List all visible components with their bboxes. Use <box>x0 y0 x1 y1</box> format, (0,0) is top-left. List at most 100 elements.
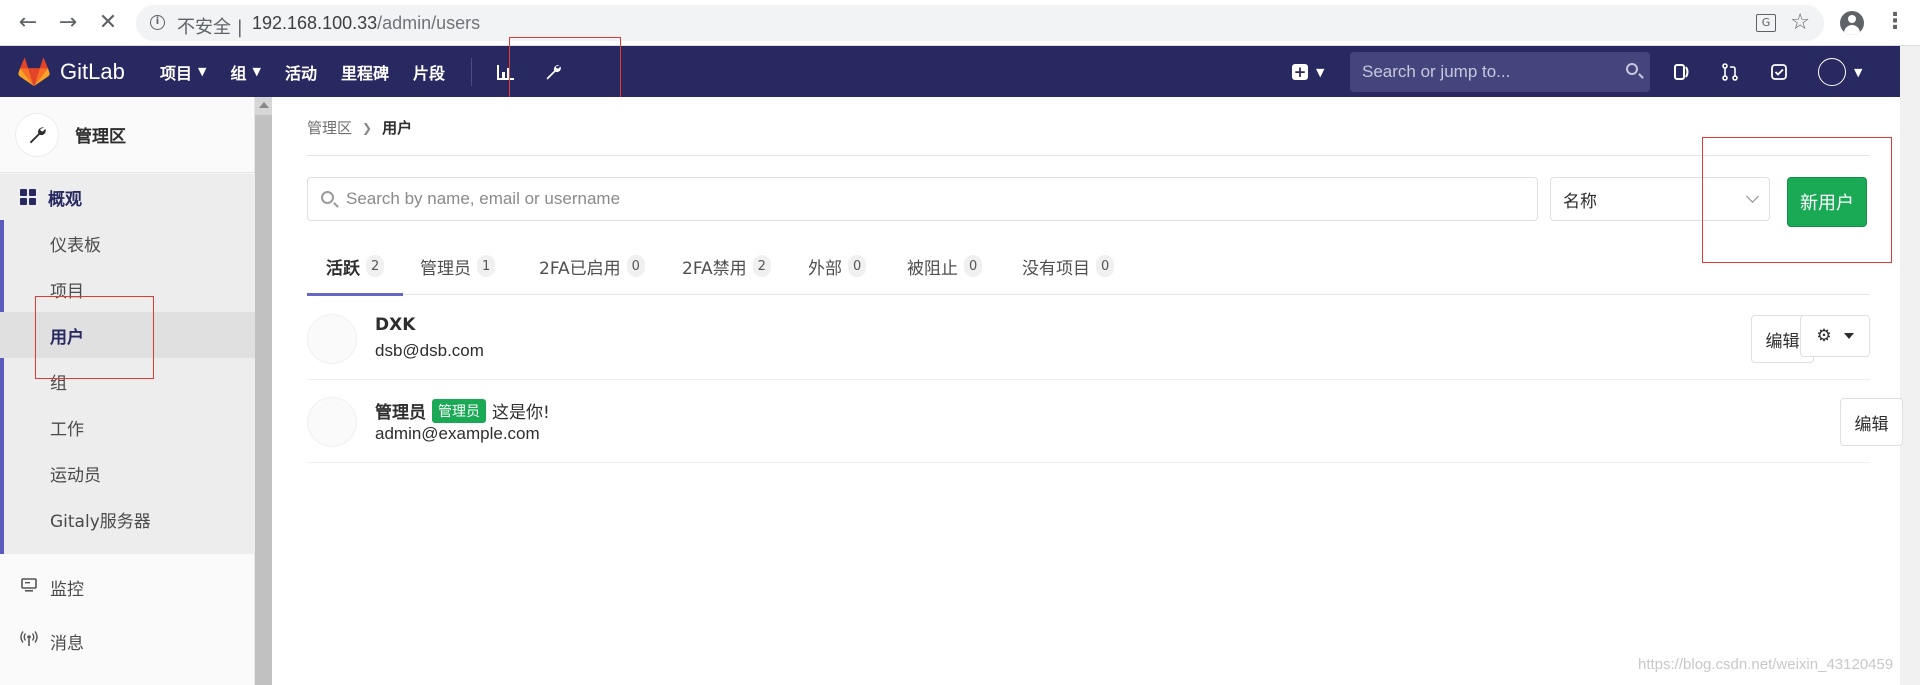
nav-groups-label: 组 <box>230 63 247 83</box>
count-badge: 0 <box>848 255 867 277</box>
tab-external[interactable]: 外部 0 <box>808 237 867 295</box>
sidebar-item-runners[interactable]: 运动员 <box>0 450 255 496</box>
sidebar-item-overview[interactable]: 概观 <box>0 174 255 220</box>
sidebar-item-groups[interactable]: 组 <box>0 358 255 404</box>
todo-icon[interactable] <box>1767 60 1791 84</box>
nav-groups[interactable]: 组 ▼ <box>230 60 260 84</box>
issues-icon[interactable] <box>1670 60 1694 84</box>
user-menu[interactable]: ▼ <box>1818 58 1862 86</box>
sidebar-item-dashboard[interactable]: 仪表板 <box>0 220 255 266</box>
tab-blocked[interactable]: 被阻止 0 <box>907 237 983 295</box>
stop-loading-icon[interactable]: ✕ <box>94 9 122 37</box>
breadcrumb: 管理区 ❯ 用户 <box>307 117 412 138</box>
top-navbar: GitLab 项目▼ 组▼ 活动 里程碑 片段 + ▼ ▼ <box>0 46 1900 97</box>
wrench-icon[interactable] <box>541 60 565 84</box>
sidebar-header[interactable]: 管理区 <box>0 97 255 173</box>
chevron-right-icon: ❯ <box>362 120 373 135</box>
nav-snippets-label: 片段 <box>413 63 446 83</box>
avatar <box>1818 58 1846 86</box>
caret-down-icon <box>1843 333 1854 339</box>
tanuki-logo-icon <box>18 57 50 87</box>
user-name[interactable]: DXK <box>375 315 415 335</box>
tab-label: 管理员 <box>420 258 471 279</box>
user-search-input[interactable] <box>346 178 1526 220</box>
wrench-icon <box>15 112 59 157</box>
avatar[interactable] <box>307 314 357 364</box>
sidebar-scrollbar[interactable] <box>255 97 272 685</box>
brand-name: GitLab <box>60 59 125 84</box>
count-badge: 2 <box>752 255 771 277</box>
sidebar-item-gitaly-servers[interactable]: Gitaly服务器 <box>0 496 255 542</box>
main-content: 管理区 ❯ 用户 名称 新用户 活跃2 管理员1 2FA已启用0 2FA禁用2 … <box>272 97 1903 685</box>
count-badge: 0 <box>1096 255 1115 277</box>
sidebar-item-users[interactable]: 用户 <box>0 312 255 358</box>
overview-grid-icon <box>20 189 36 205</box>
user-name[interactable]: 管理员 管理员 这是你! <box>375 398 550 423</box>
search-icon <box>1626 63 1638 75</box>
tab-2fa-disabled[interactable]: 2FA禁用 2 <box>682 237 771 295</box>
you-label: 这是你! <box>492 403 550 423</box>
sidebar-item-label: 概观 <box>48 189 82 210</box>
tab-label: 外部 <box>808 258 842 279</box>
star-icon[interactable]: ☆ <box>1790 10 1810 35</box>
merge-request-icon[interactable] <box>1718 60 1742 84</box>
address-bar[interactable]: i 不安全 | 192.168.100.33/admin/users G ☆ <box>136 5 1824 41</box>
sidebar-item-projects[interactable]: 项目 <box>0 266 255 312</box>
tab-without-projects[interactable]: 没有项目 0 <box>1022 237 1115 295</box>
chart-icon[interactable] <box>494 60 518 84</box>
nav-divider <box>471 58 472 86</box>
count-badge: 0 <box>964 255 983 277</box>
nav-links: 项目 ▼ 组 ▼ 活动 里程碑 片段 <box>160 46 469 97</box>
tab-admins[interactable]: 管理员 1 <box>420 237 496 295</box>
translate-icon[interactable]: G <box>1756 14 1776 32</box>
new-user-button[interactable]: 新用户 <box>1787 177 1867 227</box>
user-name-text: DXK <box>375 315 416 335</box>
tab-2fa-enabled[interactable]: 2FA已启用 0 <box>539 237 645 295</box>
sidebar-section-overview: 概观 仪表板 项目 用户 组 工作 运动员 Gitaly服务器 <box>0 174 255 554</box>
nav-milestones[interactable]: 里程碑 <box>341 60 389 84</box>
edit-user-button[interactable]: 编辑 <box>1840 398 1903 446</box>
info-icon[interactable]: i <box>150 15 165 30</box>
avatar[interactable] <box>307 397 357 447</box>
sidebar-title: 管理区 <box>75 127 126 147</box>
tab-label: 2FA禁用 <box>682 258 747 279</box>
user-name-text: 管理员 <box>375 403 426 423</box>
sidebar-item-messages[interactable]: 消息 <box>0 615 255 667</box>
breadcrumb-admin-area[interactable]: 管理区 <box>307 117 352 138</box>
global-search[interactable] <box>1350 52 1650 92</box>
chevron-down-icon: ▼ <box>1854 65 1863 79</box>
page-scrollbar[interactable] <box>1900 46 1920 685</box>
account-icon[interactable] <box>1840 11 1864 35</box>
back-arrow-icon[interactable]: ← <box>14 9 42 37</box>
user-filter-tabs: 活跃 2 管理员 1 2FA已启用 0 2FA禁用 2 外部 0 被阻止 0 没有项目 0 <box>307 237 1870 296</box>
table-row: 管理员 管理员 这是你! admin@example.com 编辑 <box>307 380 1903 463</box>
new-item-dropdown[interactable]: + ▼ <box>1292 60 1332 84</box>
tab-active[interactable]: 活跃 2 <box>307 237 404 296</box>
scroll-up-arrow-icon[interactable] <box>259 102 269 108</box>
sidebar-item-jobs[interactable]: 工作 <box>0 404 255 450</box>
url-text[interactable]: 192.168.100.33/admin/users <box>252 13 480 34</box>
forward-arrow-icon[interactable]: → <box>54 9 82 37</box>
url-host: 192.168.100.33 <box>252 13 378 33</box>
scrollbar-thumb[interactable] <box>255 115 272 685</box>
chevron-down-icon <box>1746 190 1759 203</box>
nav-activity[interactable]: 活动 <box>285 60 317 84</box>
insecure-label: 不安全 | <box>177 17 243 38</box>
nav-projects[interactable]: 项目 ▼ <box>160 60 206 84</box>
sidebar-item-monitoring[interactable]: 监控 <box>0 561 255 613</box>
divider <box>307 155 1870 156</box>
breadcrumb-current[interactable]: 用户 <box>382 117 412 138</box>
sort-dropdown[interactable]: 名称 <box>1550 177 1770 221</box>
tab-label: 活跃 <box>326 258 360 279</box>
tab-label: 没有项目 <box>1022 258 1090 279</box>
sidebar-item-label: 消息 <box>50 633 84 654</box>
chevron-down-icon: ▼ <box>1316 65 1325 79</box>
user-settings-dropdown[interactable]: ⚙ <box>1800 315 1870 357</box>
watermark: https://blog.csdn.net/weixin_43120459 <box>1638 656 1894 673</box>
gitlab-logo[interactable]: GitLab <box>18 56 125 88</box>
kebab-menu-icon[interactable]: ⋮ <box>1884 8 1906 38</box>
nav-snippets[interactable]: 片段 <box>413 60 445 84</box>
count-badge: 0 <box>626 255 645 277</box>
user-search[interactable] <box>307 177 1538 221</box>
global-search-input[interactable] <box>1350 52 1650 92</box>
